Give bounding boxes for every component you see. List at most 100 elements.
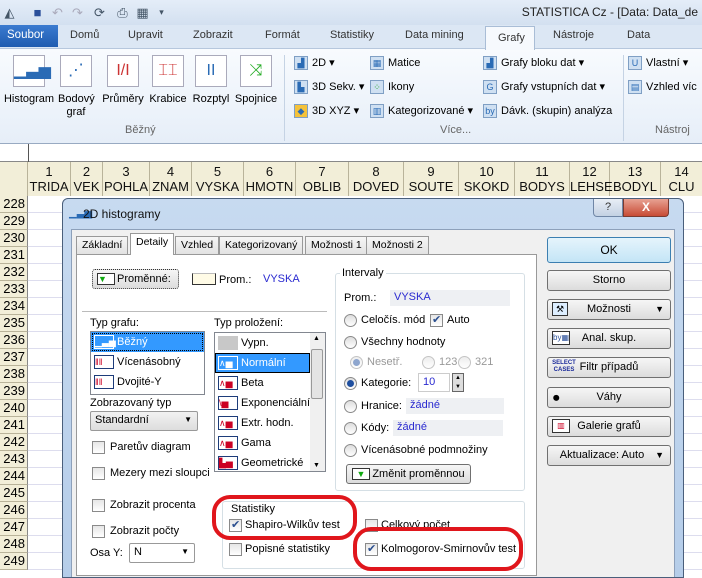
scatter-button[interactable]: ⋰ Bodový graf	[58, 55, 95, 119]
chart-type-list[interactable]: ▁▃▅ Běžný ‖‖ Vícenásobný ‖‖ Dvojité-Y	[90, 331, 205, 395]
tab-vzhled[interactable]: Vzhled	[175, 236, 220, 254]
ascending-radio[interactable]	[422, 356, 435, 369]
show-counts-checkbox[interactable]	[92, 525, 105, 538]
dropdown-icon[interactable]: ▾	[154, 5, 169, 20]
variables-button[interactable]: ▼ Proměnné:	[92, 269, 179, 289]
multi-appearance-button[interactable]: ▤ Vzhled víc	[628, 80, 697, 94]
categorized-button[interactable]: ▥ Kategorizované ▾	[370, 104, 473, 119]
list-item[interactable]: ‖‖ Dvojité-Y	[91, 372, 204, 392]
tab-data-mining[interactable]: Data mining	[405, 29, 464, 41]
auto-checkbox[interactable]	[430, 313, 443, 327]
scrollbar[interactable]: ▲ ▼	[310, 333, 325, 471]
bounds-value[interactable]: žádné	[406, 398, 504, 414]
categories-stepper[interactable]: ▲ ▼	[452, 373, 464, 392]
undo-icon[interactable]: ↶	[50, 5, 65, 20]
unsorted-radio[interactable]	[350, 356, 363, 369]
column-header[interactable]: 11 BODYS	[515, 162, 570, 196]
print-icon[interactable]: ⎙	[115, 5, 130, 20]
row-header[interactable]: 230	[0, 230, 28, 247]
2d-button[interactable]: ▟ 2D ▾	[294, 56, 335, 71]
bounds-radio[interactable]	[344, 400, 357, 413]
ok-button[interactable]: OK	[547, 237, 671, 263]
tab-zobrazit[interactable]: Zobrazit	[193, 29, 233, 41]
cancel-button[interactable]: Storno	[547, 270, 671, 291]
list-item[interactable]: ▁▃▅ Běžný	[91, 332, 204, 352]
row-header[interactable]: 238	[0, 366, 28, 383]
icons-button[interactable]: ⁘ Ikony	[370, 80, 414, 94]
row-header[interactable]: 241	[0, 417, 28, 434]
list-item[interactable]: ∧▅ Gama	[215, 433, 310, 453]
matrix-button[interactable]: ▦ Matice	[370, 56, 420, 70]
codes-radio[interactable]	[344, 422, 357, 435]
tab-detaily[interactable]: Detaily	[130, 233, 175, 255]
list-item[interactable]: \▅ Exponenciální	[215, 393, 310, 413]
means-button[interactable]: I/I Průměry	[100, 55, 146, 106]
row-header[interactable]: 229	[0, 213, 28, 230]
gaps-checkbox[interactable]	[92, 467, 105, 480]
integer-mode-radio[interactable]	[344, 314, 357, 327]
list-item[interactable]: ▙▅ Geometrické	[215, 453, 310, 473]
weights-button[interactable]: ⏺ Váhy	[547, 387, 671, 408]
tab-grafy[interactable]: Grafy	[485, 26, 535, 50]
tab-nastroje[interactable]: Nástroje	[553, 29, 594, 41]
list-item[interactable]: ∧▅ Normální	[215, 353, 310, 373]
codes-value[interactable]: žádné	[393, 420, 503, 436]
row-header[interactable]: 234	[0, 298, 28, 315]
block-data-graphs-button[interactable]: ▟ Grafy bloku dat ▾	[483, 56, 584, 71]
descriptive-stats-checkbox[interactable]	[229, 543, 242, 556]
row-header[interactable]: 236	[0, 332, 28, 349]
column-header[interactable]: 7 OBLIB	[296, 162, 349, 196]
list-item[interactable]: Vypn.	[215, 333, 310, 353]
boxplot-button[interactable]: ⌶⌶ Krabice	[148, 55, 188, 106]
row-header[interactable]: 248	[0, 536, 28, 553]
file-tab[interactable]: Soubor	[0, 25, 58, 47]
column-header[interactable]: 6 HMOTN	[244, 162, 296, 196]
graph-gallery-button[interactable]: ▥ Galerie grafů	[547, 416, 671, 437]
row-header[interactable]: 231	[0, 247, 28, 264]
y-axis-select[interactable]: N ▼	[129, 543, 195, 563]
tab-upravit[interactable]: Upravit	[128, 29, 163, 41]
row-header[interactable]: 237	[0, 349, 28, 366]
tab-moznosti-1[interactable]: Možnosti 1	[305, 236, 368, 254]
input-data-graphs-button[interactable]: G Grafy vstupních dat ▾	[483, 80, 605, 95]
corner-cell[interactable]	[0, 162, 28, 196]
list-item[interactable]: ‖‖ Vícenásobný	[91, 352, 204, 372]
scroll-down-icon[interactable]: ▼	[313, 462, 320, 469]
tab-moznosti-2[interactable]: Možnosti 2	[366, 236, 429, 254]
descending-radio[interactable]	[458, 356, 471, 369]
select-cases-button[interactable]: SELECT CASES Filtr případů	[547, 357, 671, 378]
row-header[interactable]: 245	[0, 485, 28, 502]
column-header[interactable]: 9 SOUTE	[404, 162, 459, 196]
column-header[interactable]: 13 BODYL	[610, 162, 661, 196]
row-header[interactable]: 249	[0, 553, 28, 570]
column-header[interactable]: 4 ZNAM	[150, 162, 192, 196]
row-header[interactable]: 228	[0, 196, 28, 213]
3d-seq-button[interactable]: ▙ 3D Sekv. ▾	[294, 80, 364, 95]
range-button[interactable]: II Rozptyl	[190, 55, 232, 106]
column-header[interactable]: 5 VYSKA	[192, 162, 244, 196]
redo-icon[interactable]: ↷	[70, 5, 85, 20]
by-group-button[interactable]: by▦ Anal. skup.	[547, 328, 671, 349]
statistica-logo-icon[interactable]: ◭	[2, 5, 17, 20]
save-icon[interactable]: ■	[30, 5, 45, 20]
row-header[interactable]: 247	[0, 519, 28, 536]
tab-data[interactable]: Data	[627, 29, 650, 41]
row-header[interactable]: 233	[0, 281, 28, 298]
row-header[interactable]: 235	[0, 315, 28, 332]
column-header[interactable]: 14 CLU	[661, 162, 702, 196]
column-header[interactable]: 12 LEHSE	[570, 162, 613, 196]
row-header[interactable]: 246	[0, 502, 28, 519]
categories-radio[interactable]	[344, 377, 357, 390]
row-header[interactable]: 232	[0, 264, 28, 281]
line-plot-button[interactable]: ⤨ Spojnice	[233, 55, 279, 106]
refresh-icon[interactable]: ⟳	[92, 5, 107, 20]
tab-domu[interactable]: Domů	[70, 29, 99, 41]
list-item[interactable]: ∧▅ Beta	[215, 373, 310, 393]
change-variable-button[interactable]: ▼ Změnit proměnnou	[346, 464, 471, 484]
all-values-radio[interactable]	[344, 336, 357, 349]
tab-statistiky[interactable]: Statistiky	[330, 29, 374, 41]
close-button[interactable]: X	[623, 199, 669, 217]
scroll-thumb[interactable]	[311, 349, 323, 399]
histogram-button[interactable]: ▁▃▅ Histogram	[2, 55, 56, 106]
tab-kategorizovany[interactable]: Kategorizovaný	[219, 236, 304, 254]
